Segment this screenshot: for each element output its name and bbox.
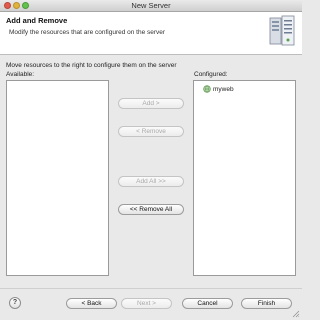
title-bar: New Server	[0, 0, 302, 12]
finish-button[interactable]: Finish	[241, 298, 292, 309]
available-list[interactable]	[6, 80, 109, 276]
page-description: Modify the resources that are configured…	[9, 29, 166, 36]
web-module-icon	[203, 85, 211, 93]
configured-label: Configured:	[194, 71, 228, 78]
configured-item-myweb[interactable]: myweb	[203, 85, 234, 93]
add-button[interactable]: Add >	[118, 98, 184, 109]
zoom-window-button[interactable]	[22, 2, 29, 9]
instruction-text: Move resources to the right to configure…	[6, 62, 177, 69]
close-window-button[interactable]	[4, 2, 11, 9]
help-button[interactable]: ?	[9, 297, 21, 309]
footer-divider	[0, 288, 302, 289]
resize-grip-icon[interactable]	[292, 310, 300, 318]
back-button[interactable]: < Back	[66, 298, 117, 309]
add-all-button[interactable]: Add All >>	[118, 176, 184, 187]
page-title: Add and Remove	[6, 16, 68, 25]
remove-all-button[interactable]: << Remove All	[118, 204, 184, 215]
configured-item-label: myweb	[213, 85, 234, 93]
next-button[interactable]: Next >	[121, 298, 172, 309]
wizard-banner: Add and Remove Modify the resources that…	[0, 12, 302, 55]
configured-list[interactable]: myweb	[193, 80, 296, 276]
minimize-window-button[interactable]	[13, 2, 20, 9]
available-label: Available:	[6, 71, 35, 78]
server-wizard-icon	[269, 15, 295, 46]
cancel-button[interactable]: Cancel	[182, 298, 233, 309]
window-title: New Server	[131, 1, 171, 10]
remove-button[interactable]: < Remove	[118, 126, 184, 137]
